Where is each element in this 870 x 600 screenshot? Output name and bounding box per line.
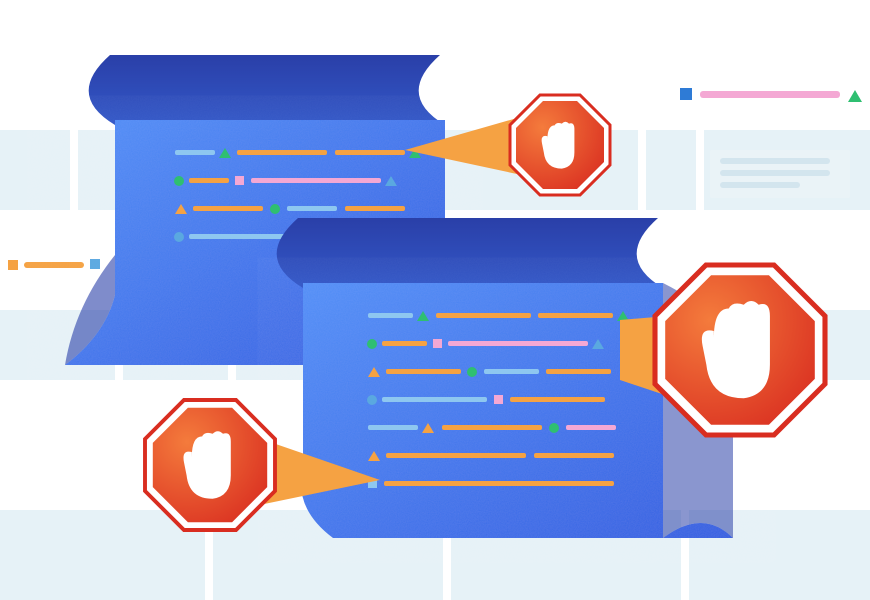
stop-sign-top: [510, 95, 610, 195]
stop-sign-right: [655, 265, 825, 435]
illustration: [0, 0, 870, 600]
stop-sign-bottom-left: [145, 400, 275, 530]
